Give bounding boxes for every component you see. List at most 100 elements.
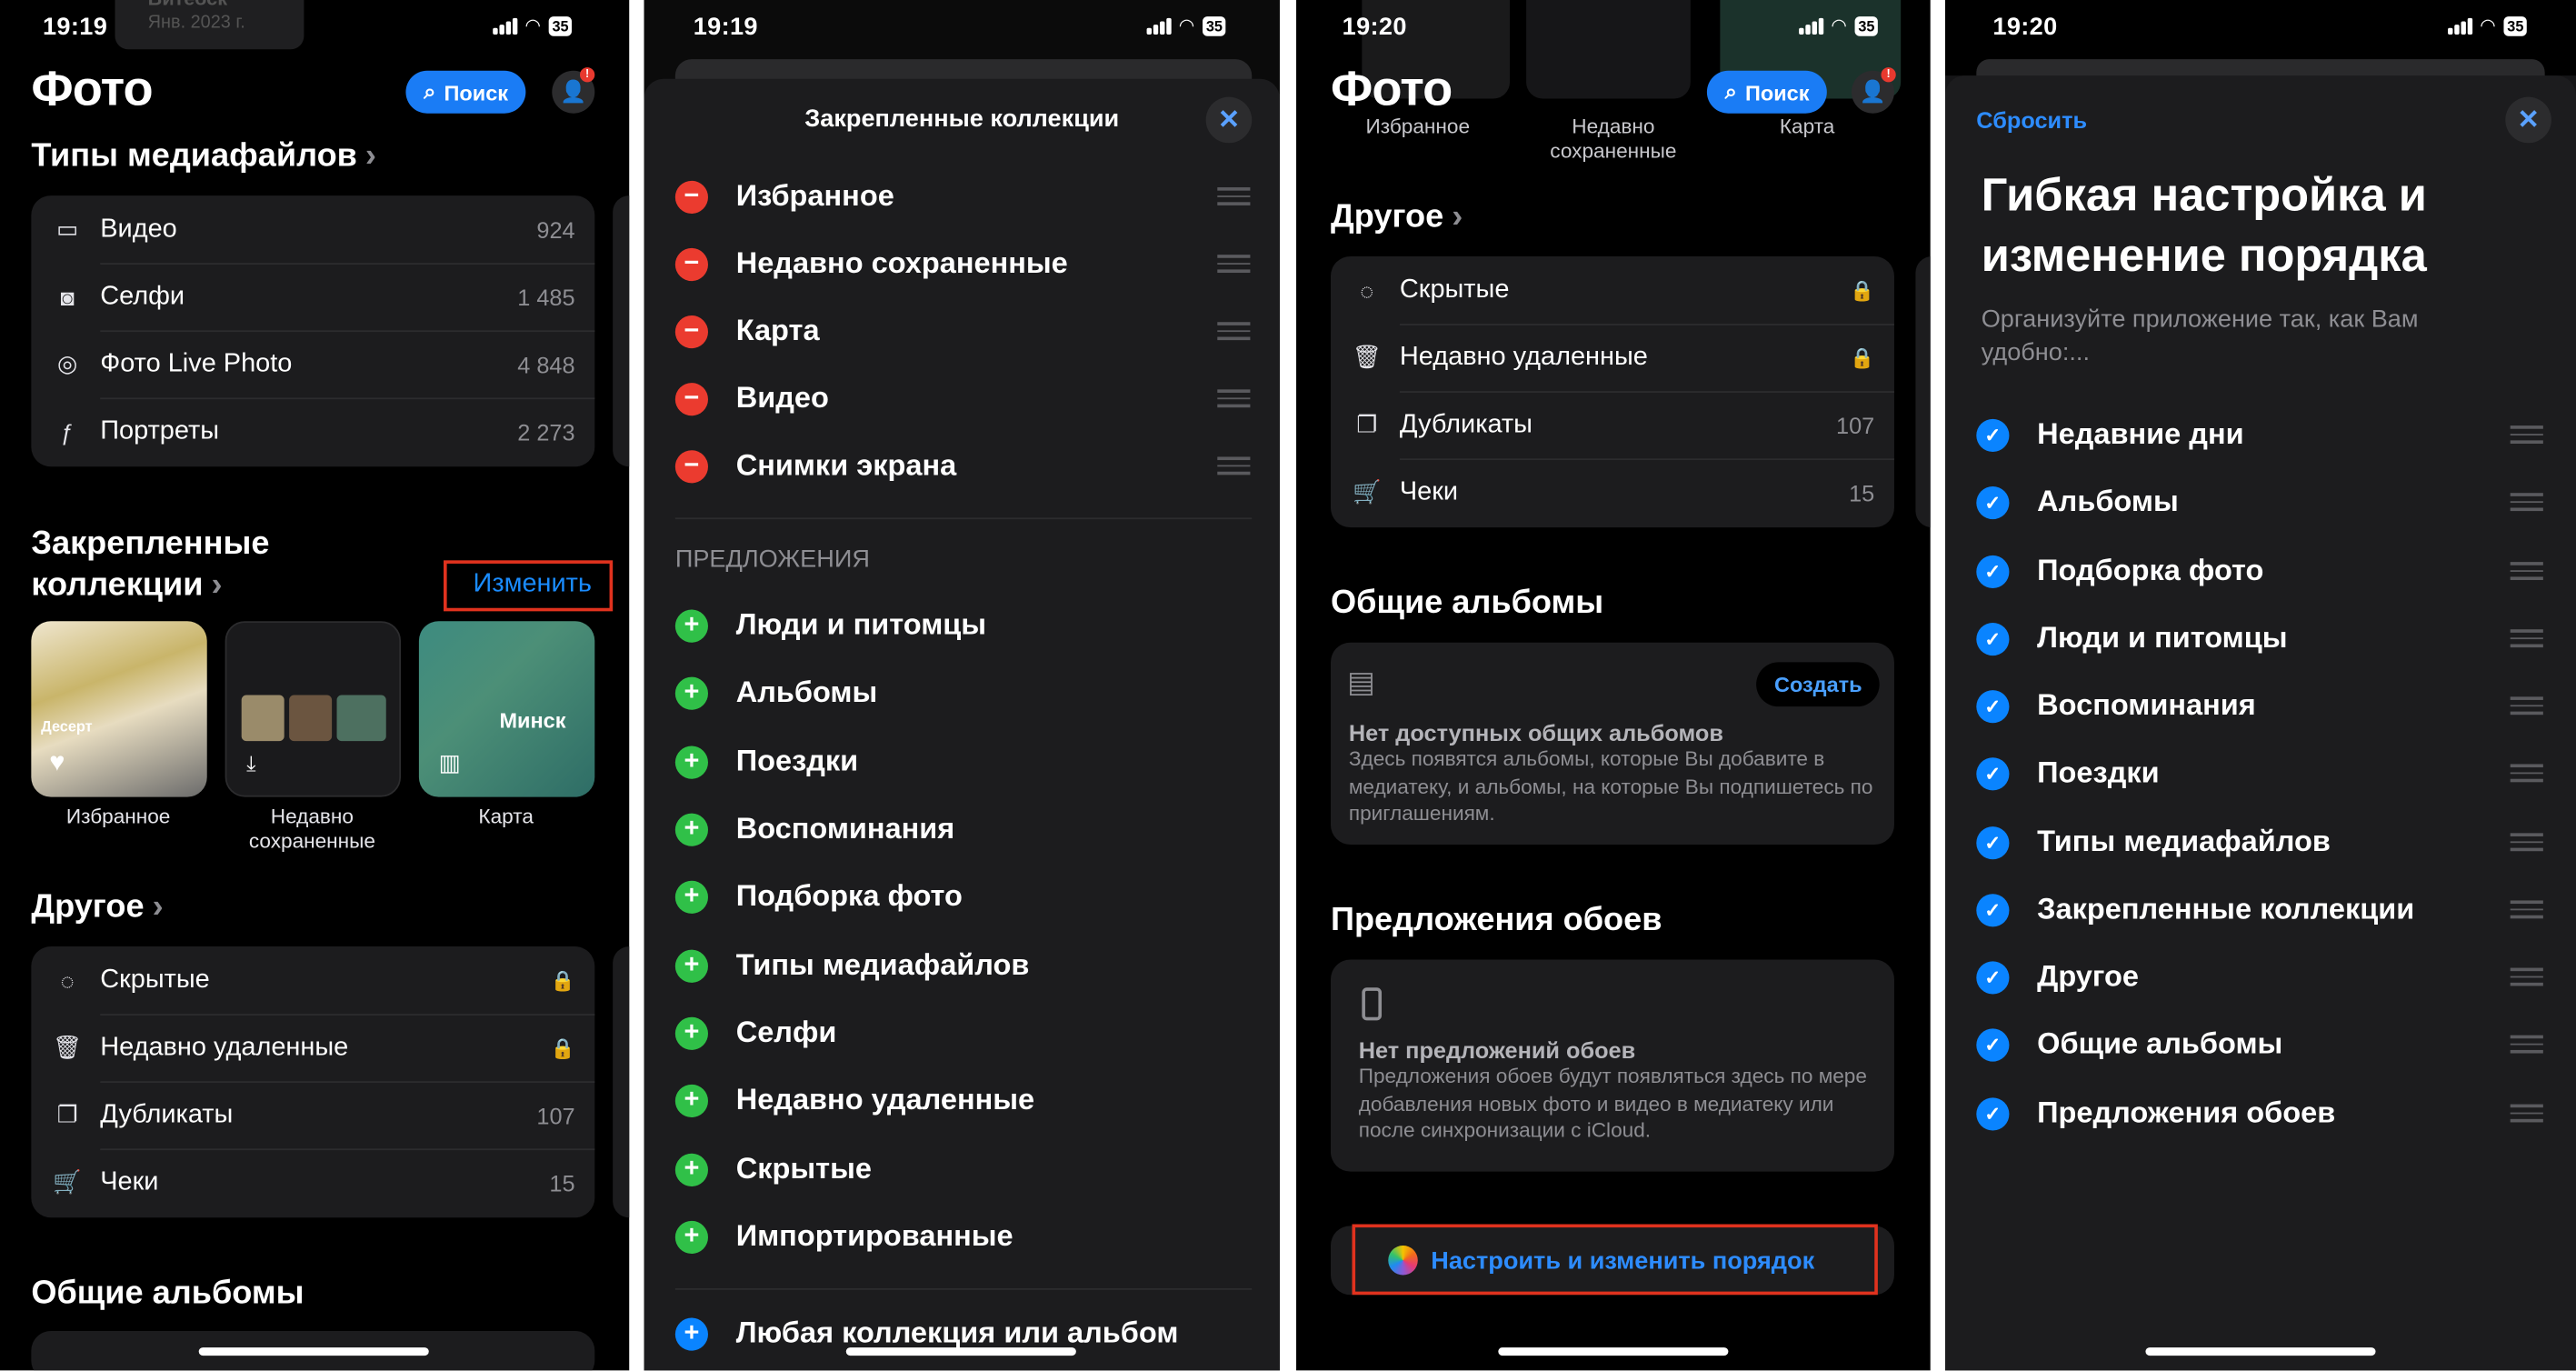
section-item[interactable]: ✓ Общие альбомы (1976, 1011, 2543, 1078)
drag-handle-icon[interactable] (1217, 385, 1251, 412)
lock-icon: 🔒 (550, 968, 575, 992)
search-button[interactable]: ⌕ Поиск (1706, 70, 1828, 114)
suggestion-item[interactable]: + Импортированные (674, 1203, 1253, 1270)
suggestion-item[interactable]: + Подборка фото (674, 863, 1253, 930)
section-item[interactable]: ✓ Воспоминания (1976, 672, 2543, 739)
pinned-item[interactable]: − Снимки экрана (674, 432, 1253, 499)
other-row-hidden[interactable]: ◌ Скрытые 🔒 (31, 946, 594, 1014)
other-row-receipts[interactable]: 🛒 Чеки 15 (1331, 458, 1894, 525)
media-row-video[interactable]: ▭ Видео 924 (31, 195, 594, 263)
suggestion-item[interactable]: + Поездки (674, 728, 1253, 796)
checkmark-icon[interactable]: ✓ (1976, 893, 2010, 926)
duplicates-icon: ❐ (1356, 410, 1378, 437)
pinned-item[interactable]: − Избранное (674, 163, 1253, 230)
suggestion-item[interactable]: + Селфи (674, 999, 1253, 1066)
suggestion-item[interactable]: + Типы медиафайлов (674, 932, 1253, 999)
drag-handle-icon[interactable] (2510, 1100, 2543, 1127)
other-row-deleted[interactable]: 🗑 Недавно удаленные 🔒 (1331, 324, 1894, 391)
section-item[interactable]: ✓ Предложения обоев (1976, 1079, 2543, 1146)
media-row-live-photo[interactable]: ◎ Фото Live Photo 4 848 (31, 330, 594, 397)
shared-albums-header[interactable]: Общие альбомы (1331, 585, 1603, 623)
wallpaper-header[interactable]: Предложения обоев (1331, 902, 1662, 940)
section-item[interactable]: ✓ Закрепленные коллекции (1976, 876, 2543, 943)
pinned-item[interactable]: − Видео (674, 365, 1253, 432)
shared-albums-header[interactable]: Общие альбомы (31, 1276, 304, 1314)
section-item[interactable]: ✓ Люди и питомцы (1976, 605, 2543, 672)
row-label: Портреты (100, 416, 220, 445)
favorites-tile[interactable]: Десерт ♥ (31, 621, 207, 797)
reset-button[interactable]: Сбросить (1976, 106, 2087, 133)
suggestion-item[interactable]: + Недавно удаленные (674, 1066, 1253, 1134)
drag-handle-icon[interactable] (2510, 896, 2543, 923)
other-header[interactable]: Другое › (31, 889, 163, 927)
checkmark-icon[interactable]: ✓ (1976, 622, 2010, 655)
drag-handle-icon[interactable] (2510, 964, 2543, 991)
shared-albums-icon: ▤ (1347, 665, 1375, 699)
drag-handle-icon[interactable] (1217, 250, 1251, 277)
pinned-item[interactable]: − Недавно сохраненные (674, 230, 1253, 297)
other-row-receipts[interactable]: 🛒 Чеки 15 (31, 1148, 594, 1216)
section-item[interactable]: ✓ Другое (1976, 943, 2543, 1010)
search-button[interactable]: ⌕ Поиск (405, 70, 526, 114)
checkmark-icon[interactable]: ✓ (1976, 417, 2010, 452)
pinned-collections-header[interactable]: Закрепленные коллекции › (31, 525, 269, 606)
other-row-duplicates[interactable]: ❐ Дубликаты 107 (1331, 391, 1894, 458)
tile-label: Недавно сохраненные (248, 805, 375, 854)
checkmark-icon[interactable]: ✓ (1976, 689, 2010, 723)
drag-handle-icon[interactable] (1217, 317, 1251, 345)
home-indicator (1498, 1347, 1729, 1356)
lock-icon: 🔒 (1850, 278, 1875, 302)
drag-handle-icon[interactable] (2510, 759, 2543, 786)
other-row-deleted[interactable]: 🗑 Недавно удаленные 🔒 (31, 1014, 594, 1081)
checkmark-icon[interactable]: ✓ (1976, 756, 2010, 790)
item-label: Поездки (735, 744, 859, 777)
checkmark-icon[interactable]: ✓ (1976, 1027, 2010, 1061)
checkmark-icon[interactable]: ✓ (1976, 554, 2010, 588)
other-row-hidden[interactable]: ◌ Скрытые 🔒 (1331, 256, 1894, 324)
drag-handle-icon[interactable] (2510, 828, 2543, 856)
suggestion-item[interactable]: + Скрытые (674, 1136, 1253, 1203)
drag-handle-icon[interactable] (2510, 557, 2543, 585)
section-item[interactable]: ✓ Подборка фото (1976, 537, 2543, 605)
drag-handle-icon[interactable] (2510, 625, 2543, 652)
trash-icon: 🗑 (53, 1033, 83, 1060)
close-button[interactable]: ✕ (1205, 96, 1253, 144)
suggestions-header: ПРЕДЛОЖЕНИЯ (674, 545, 870, 574)
row-label: Дубликаты (100, 1100, 234, 1128)
other-header[interactable]: Другое › (1331, 199, 1463, 237)
close-button[interactable]: ✕ (2505, 96, 2551, 144)
checkmark-icon[interactable]: ✓ (1976, 826, 2010, 859)
checkmark-icon[interactable]: ✓ (1976, 960, 2010, 994)
map-tile[interactable]: Минск ▥ (418, 621, 595, 797)
checkmark-icon[interactable]: ✓ (1976, 485, 2010, 519)
divider (674, 517, 1253, 520)
section-item[interactable]: ✓ Недавние дни (1976, 401, 2543, 468)
pinned-item[interactable]: − Карта (674, 297, 1253, 365)
drag-handle-icon[interactable] (2510, 421, 2543, 448)
header-line: коллекции (31, 566, 204, 604)
drag-handle-icon[interactable] (2510, 488, 2543, 515)
suggestion-item[interactable]: + Альбомы (674, 659, 1253, 726)
any-collection-item[interactable]: + Любая коллекция или альбом (674, 1300, 1253, 1367)
section-item[interactable]: ✓ Альбомы (1976, 468, 2543, 535)
section-item[interactable]: ✓ Поездки (1976, 739, 2543, 806)
sheet-title: Гибкая настройка и изменение порядка (1981, 169, 2427, 282)
checkmark-icon[interactable]: ✓ (1976, 1096, 2010, 1130)
drag-handle-icon[interactable] (2510, 1031, 2543, 1058)
eye-slash-icon: ◌ (1360, 276, 1374, 304)
media-types-header[interactable]: Типы медиафайлов › (31, 138, 376, 176)
media-row-selfie[interactable]: ◙ Селфи 1 485 (31, 263, 594, 330)
drag-handle-icon[interactable] (2510, 692, 2543, 719)
create-button[interactable]: Создать (1756, 662, 1881, 707)
drag-handle-icon[interactable] (1217, 183, 1251, 210)
drag-handle-icon[interactable] (1217, 452, 1251, 479)
media-row-portraits[interactable]: ƒ Портреты 2 273 (31, 397, 594, 465)
wifi-icon: ◠ (524, 16, 541, 36)
suggestion-item[interactable]: + Воспоминания (674, 796, 1253, 863)
suggestion-item[interactable]: + Люди и питомцы (674, 592, 1253, 659)
media-types-card: ▭ Видео 924 ◙ Селфи 1 485 ◎ Фото Live Photo 4 … (31, 195, 595, 467)
other-row-duplicates[interactable]: ❐ Дубликаты 107 (31, 1081, 594, 1148)
recently-saved-tile[interactable]: ⤓ (225, 621, 402, 797)
section-item[interactable]: ✓ Типы медиафайлов (1976, 808, 2543, 876)
tile-caption: Десерт (41, 717, 93, 735)
